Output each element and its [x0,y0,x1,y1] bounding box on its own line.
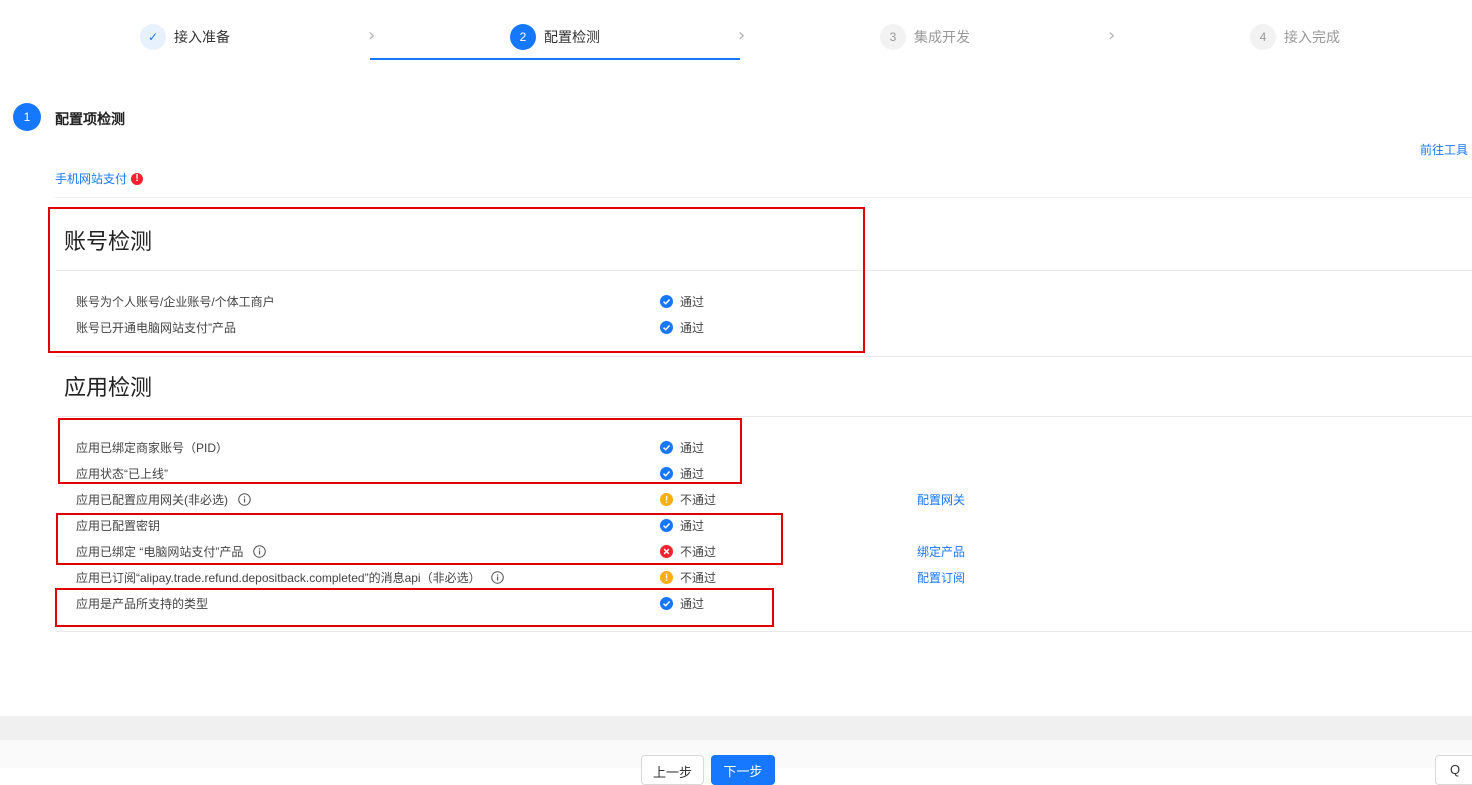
chevron-right-icon: › [368,25,376,46]
highlight-box [55,588,774,627]
step-label: 接入完成 [1284,29,1340,45]
step-1: ✓ 接入准备 [140,23,230,51]
bind-product-link[interactable]: 绑定产品 [917,543,965,560]
app-row-status: 不通过 [660,569,716,586]
divider [56,356,1472,357]
step-2: 2 配置检测 [510,23,600,51]
divider [56,631,1472,632]
app-check-title: 应用检测 [64,375,153,400]
step-label: 集成开发 [914,29,970,45]
tab-label: 手机网站支付 [55,172,128,186]
chevron-right-icon: › [738,25,746,46]
warning-icon [660,571,673,584]
section-number: 1 [13,103,41,131]
active-step-underline [370,58,740,60]
step-3: 3 集成开发 [880,23,970,51]
step-number: 4 [1250,24,1276,50]
chevron-right-icon: › [1108,25,1116,46]
highlight-box [58,418,742,484]
warning-icon [660,493,673,506]
highlight-box [48,207,865,353]
prev-step-button[interactable]: 上一步 [641,755,704,785]
configure-gateway-link[interactable]: 配置网关 [917,491,965,508]
go-to-tool-link[interactable]: 前往工具 [1420,141,1468,158]
error-icon: ! [131,172,144,185]
app-row-status: 不通过 [660,491,716,508]
section-title: 配置项检测 [55,111,125,127]
info-icon[interactable] [238,493,251,506]
check-icon: ✓ [140,24,166,50]
divider [56,416,1472,417]
tab-mobile-web-pay[interactable]: 手机网站支付 ! [55,170,144,187]
step-label: 接入准备 [174,29,230,45]
next-step-button[interactable]: 下一步 [711,755,775,785]
configure-subscription-link[interactable]: 配置订阅 [917,569,965,586]
tab-divider [55,197,1472,198]
app-row-label: 应用已配置应用网关(非必选) [76,491,251,508]
step-number: 3 [880,24,906,50]
step-4: 4 接入完成 [1250,23,1340,51]
info-icon[interactable] [490,571,504,584]
step-label: 配置检测 [544,29,600,45]
highlight-box [56,513,783,565]
footer-band [0,716,1472,740]
app-row-label: 应用已订阅“alipay.trade.refund.depositback.co… [76,569,504,586]
help-button[interactable]: Q [1435,755,1472,785]
step-number: 2 [510,24,536,50]
